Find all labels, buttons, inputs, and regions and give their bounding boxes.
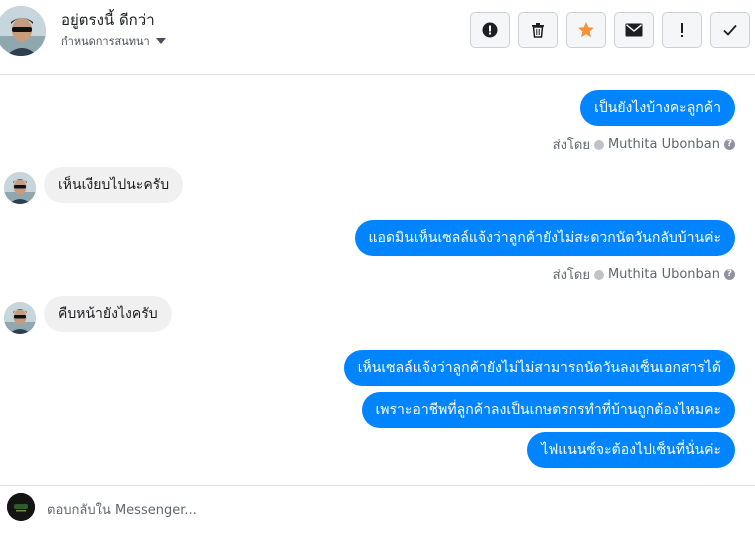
- contact-avatar-small: [4, 302, 36, 334]
- outgoing-message: เพราะอาชีพที่ลูกค้าลงเป็นเกษตรกรทำที่บ้า…: [361, 392, 735, 428]
- outgoing-message: ไฟแนนซ์จะต้องไปเซ็นที่นั่นค่ะ: [527, 432, 735, 468]
- sender-name[interactable]: Muthita Ubonban: [608, 137, 720, 152]
- reply-bar: ตอบกลับใน Messenger...: [0, 485, 755, 536]
- mark-done-button[interactable]: [710, 12, 750, 48]
- mark-unread-button[interactable]: [614, 12, 654, 48]
- exclamation-icon: [681, 23, 683, 37]
- sent-by-info: ส่งโดย Muthita Ubonban ?: [553, 134, 735, 155]
- contact-avatar[interactable]: [0, 6, 46, 56]
- conversation-options-label: กำหนดการสนทนา: [61, 35, 150, 48]
- outgoing-message: เป็นยังไงบ้างคะลูกค้า: [580, 90, 735, 126]
- star-button[interactable]: [566, 12, 606, 48]
- mark-spam-button[interactable]: [470, 12, 510, 48]
- follow-up-button[interactable]: [662, 12, 702, 48]
- sent-by-label: ส่งโดย: [552, 138, 590, 153]
- outgoing-message: เห็นเซลล์แจ้งว่าลูกค้ายังไม่ไม่สามารถนัด…: [343, 350, 735, 386]
- star-icon: [578, 22, 594, 38]
- alert-circle-icon: [482, 22, 498, 38]
- page-avatar: [7, 493, 35, 521]
- help-icon[interactable]: ?: [724, 269, 735, 280]
- sent-by-label: ส่งโดย: [552, 268, 590, 283]
- verified-icon: [593, 269, 604, 280]
- outgoing-message: แอดมินเห็นเซลล์แจ้งว่าลูกค้ายังไม่สะดวกน…: [354, 220, 735, 256]
- contact-name: อยู่ตรงนี้ ดีกว่า: [61, 11, 155, 29]
- verified-icon: [593, 139, 604, 150]
- delete-button[interactable]: [518, 12, 558, 48]
- conversation-header: อยู่ตรงนี้ ดีกว่า กำหนดการสนทนา: [0, 0, 755, 75]
- contact-avatar-small: [4, 172, 36, 204]
- sent-by-info: ส่งโดย Muthita Ubonban ?: [553, 264, 735, 285]
- checkmark-icon: [723, 24, 737, 36]
- incoming-message: คืบหน้ายังไงครับ: [44, 296, 172, 332]
- trash-icon: [532, 23, 544, 38]
- sender-name[interactable]: Muthita Ubonban: [608, 267, 720, 282]
- incoming-message: เห็นเงียบไปนะครับ: [44, 167, 184, 203]
- help-icon[interactable]: ?: [724, 139, 735, 150]
- conversation-options[interactable]: กำหนดการสนทนา: [61, 32, 166, 50]
- envelope-icon: [625, 23, 643, 37]
- reply-input[interactable]: ตอบกลับใน Messenger...: [47, 499, 197, 520]
- caret-down-icon: [155, 38, 166, 44]
